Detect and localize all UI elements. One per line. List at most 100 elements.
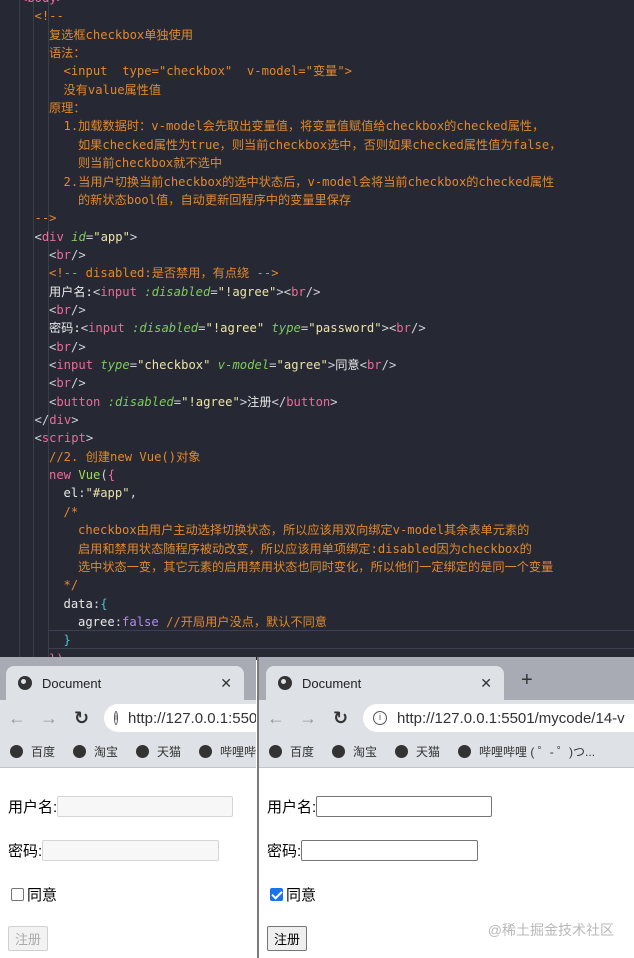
password-row: 密码: xyxy=(8,840,220,861)
forward-icon[interactable]: → xyxy=(299,708,317,729)
code-token: id xyxy=(71,229,86,244)
code-token: script xyxy=(41,431,86,446)
bookmark-item[interactable]: 天猫 xyxy=(136,743,181,760)
code-token: 注册 xyxy=(247,394,272,409)
code-line: } xyxy=(64,631,71,649)
address-bar[interactable]: i http://127.0.0.1:5501/mycode/14-v xyxy=(104,704,256,732)
code-token: /> xyxy=(71,376,86,391)
code-line: <br/> xyxy=(49,374,86,392)
code-line: <br/> xyxy=(49,338,86,356)
forward-icon[interactable]: → xyxy=(40,708,58,729)
code-line: data:{ xyxy=(64,595,108,613)
reload-icon[interactable]: ↻ xyxy=(333,708,348,729)
bookmark-item[interactable]: 百度 xyxy=(10,743,55,760)
code-line: 如果checked属性为true，则当前checkbox选中，否则如果check… xyxy=(78,136,561,154)
browser-toolbar: ← → ↻ i http://127.0.0.1:5501/mycode/14-… xyxy=(259,700,634,736)
register-button[interactable]: 注册 xyxy=(267,926,308,951)
code-token: 的新状态bool值，自动更新回程序中的变量里保存 xyxy=(78,192,352,207)
code-line: <button :disabled="!agree">注册</button> xyxy=(49,393,338,411)
bookmark-item[interactable]: 天猫 xyxy=(395,743,440,760)
code-token: > xyxy=(276,284,284,299)
reload-icon[interactable]: ↻ xyxy=(74,708,89,729)
code-line: //2. 创建new Vue()对象 xyxy=(49,448,200,466)
globe-icon xyxy=(278,676,292,690)
globe-icon xyxy=(395,745,409,758)
bookmark-label: 哔哩哔哩 ( ゜- ゜)つ... xyxy=(479,745,596,759)
password-input[interactable] xyxy=(301,840,479,861)
code-token: > xyxy=(71,413,79,428)
bookmark-item[interactable]: 淘宝 xyxy=(332,743,377,760)
code-token: </ xyxy=(34,413,50,428)
globe-icon xyxy=(269,745,282,758)
globe-icon xyxy=(136,745,150,758)
code-line: --> xyxy=(35,209,57,227)
bookmark-item[interactable]: 哔哩哔哩 ( ゜- ゜)つ... xyxy=(199,743,256,760)
code-line: 则当前checkbox就不选中 xyxy=(78,154,222,172)
bookmark-label: 哔哩哔哩 ( ゜- ゜)つ... xyxy=(220,745,256,759)
code-token: br xyxy=(56,339,72,354)
back-icon[interactable]: ← xyxy=(267,708,285,729)
code-token: = xyxy=(173,394,182,409)
info-icon[interactable]: i xyxy=(114,711,118,725)
code-line: <div id="app"> xyxy=(35,228,138,246)
bookmarks-bar: 百度 淘宝 天猫 哔哩哔哩 ( ゜- ゜)つ... xyxy=(0,736,256,768)
code-line: </div> xyxy=(35,411,79,429)
code-line: 选中状态一变，其它元素的启用禁用状态也同时变化，所以他们一定绑定的是同一个变量 xyxy=(78,558,553,576)
agree-checkbox[interactable] xyxy=(270,888,283,901)
username-input[interactable] xyxy=(316,796,493,817)
code-token: --> xyxy=(34,211,57,226)
code-token: :disabled xyxy=(144,284,211,299)
bookmarks-bar: 百度 淘宝 天猫 哔哩哔哩 ( ゜- ゜)つ... xyxy=(259,736,634,768)
tab-bar: Document ✕ xyxy=(0,657,256,700)
close-tab-icon[interactable]: ✕ xyxy=(480,675,492,692)
browser-tab[interactable]: Document ✕ xyxy=(6,666,244,700)
code-token: Vue xyxy=(78,468,101,483)
code-token: : xyxy=(114,614,123,629)
info-icon[interactable]: i xyxy=(373,711,387,725)
code-editor[interactable]: <body><!--复选框checkbox单独使用语法：<input type=… xyxy=(0,0,634,660)
code-token: :disabled xyxy=(107,394,174,409)
code-token: "checkbox" xyxy=(137,358,218,372)
code-line: 语法： xyxy=(49,44,86,62)
code-token: 启用和禁用状态随程序被动改变，所以应该用单项绑定:disabled因为check… xyxy=(78,541,532,556)
bookmark-label: 淘宝 xyxy=(94,745,119,759)
code-token: 密码: xyxy=(49,321,81,336)
browser-window-left: Document ✕ ← → ↻ i http://127.0.0.1:5501… xyxy=(0,657,256,958)
agree-row: 同意 xyxy=(267,884,316,905)
code-token: 2.当用户切换当前checkbox的选中状态后，v-model会将当前check… xyxy=(63,174,555,189)
code-line: 用户名:<input :disabled="!agree"><br/> xyxy=(49,283,320,301)
code-token: br xyxy=(396,321,411,336)
code-line: 没有value属性值 xyxy=(64,81,162,99)
code-token: > xyxy=(381,321,389,336)
password-input[interactable] xyxy=(42,840,220,861)
code-token: 原理： xyxy=(49,101,86,116)
new-tab-icon[interactable]: + xyxy=(521,669,533,692)
browser-toolbar: ← → ↻ i http://127.0.0.1:5501/mycode/14-… xyxy=(0,700,256,736)
bookmark-label: 百度 xyxy=(290,745,315,759)
code-token: /> xyxy=(305,284,321,299)
bookmark-item[interactable]: 淘宝 xyxy=(73,743,118,760)
username-label: 用户名: xyxy=(267,799,317,816)
address-bar[interactable]: i http://127.0.0.1:5501/mycode/14-v xyxy=(363,704,634,732)
register-button[interactable]: 注册 xyxy=(8,926,49,951)
bookmark-item[interactable]: 百度 xyxy=(269,743,314,760)
code-token: { xyxy=(107,468,116,483)
tab-bar: Document ✕ + xyxy=(259,657,634,700)
bookmark-item[interactable]: 哔哩哔哩 ( ゜- ゜)つ... xyxy=(458,743,595,760)
code-token: /> xyxy=(410,321,426,336)
close-tab-icon[interactable]: ✕ xyxy=(220,675,232,692)
agree-checkbox[interactable] xyxy=(11,888,24,901)
globe-icon xyxy=(199,745,213,758)
code-token: "password" xyxy=(308,321,382,336)
code-token: < xyxy=(283,284,292,299)
back-icon[interactable]: ← xyxy=(8,708,26,729)
code-line: 密码:<input :disabled="!agree" type="passw… xyxy=(49,319,426,337)
globe-icon xyxy=(10,745,23,758)
code-token: button xyxy=(56,394,108,409)
code-token: data xyxy=(63,596,93,611)
code-line: <!-- disabled:是否禁用，有点绕 --> xyxy=(49,264,279,282)
code-line: <!-- xyxy=(35,7,64,25)
username-input[interactable] xyxy=(57,796,234,817)
bookmark-label: 淘宝 xyxy=(353,745,378,759)
browser-tab[interactable]: Document ✕ xyxy=(266,666,504,700)
